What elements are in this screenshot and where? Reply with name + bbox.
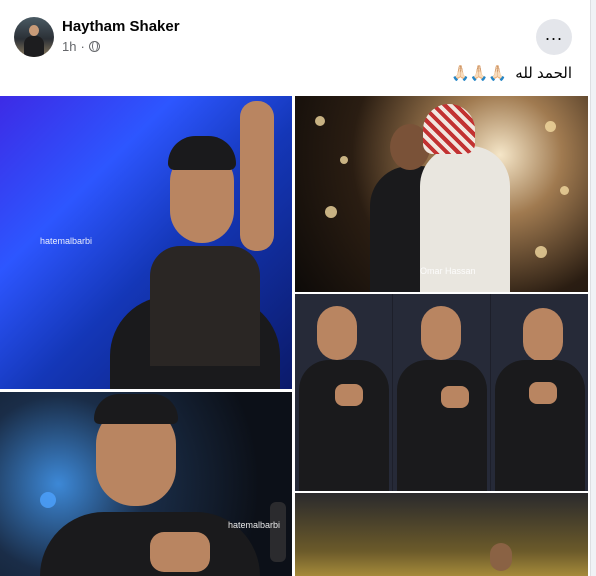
post-photo-1[interactable]: hatemalbarbi — [0, 96, 292, 389]
frame-2 — [393, 294, 490, 491]
ellipsis-icon: ... — [544, 24, 563, 44]
post-header: Haytham Shaker 1h · ... — [0, 0, 590, 62]
author-name[interactable]: Haytham Shaker — [62, 18, 180, 35]
stage-light — [325, 206, 337, 218]
tshirt — [495, 360, 585, 491]
performer-raised-arm — [240, 101, 274, 251]
performer-hair — [168, 136, 236, 170]
avatar-head — [29, 25, 39, 36]
post-meta: 1h · — [62, 39, 100, 54]
more-options-button[interactable]: ... — [536, 19, 572, 55]
tshirt — [299, 360, 389, 491]
performer-hair — [94, 394, 178, 424]
stage-light — [315, 116, 325, 126]
hand-on-chest — [529, 382, 557, 404]
hand-on-chest — [335, 384, 363, 406]
photo-watermark: Omar Hassan — [420, 266, 476, 276]
post-photo-3[interactable] — [295, 294, 588, 491]
praying-hands-emoji: 🙏🏻🙏🏻🙏🏻 — [451, 65, 508, 82]
post-photo-2[interactable]: Omar Hassan — [295, 96, 588, 292]
stage-light — [340, 156, 348, 164]
stage-light — [535, 246, 547, 258]
stage-light — [40, 492, 56, 508]
caption-text: الحمد لله — [515, 65, 572, 82]
meta-separator: · — [80, 39, 85, 54]
photo-watermark: hatemalbarbi — [40, 236, 93, 246]
hand-on-chest — [150, 532, 210, 572]
avatar[interactable] — [14, 17, 54, 57]
performer-head — [490, 543, 512, 571]
face — [421, 306, 461, 360]
post-photo-5[interactable] — [295, 493, 588, 576]
hand-on-chest — [441, 386, 469, 408]
avatar-torso — [24, 36, 44, 57]
post-photo-4[interactable]: hatemalbarbi — [0, 392, 292, 576]
post-caption: الحمد لله 🙏🏻🙏🏻🙏🏻 — [451, 64, 572, 82]
globe-icon[interactable] — [88, 41, 100, 52]
stage-light — [545, 121, 556, 132]
stage-light — [560, 186, 569, 195]
performer-jacket — [150, 246, 260, 366]
red-shemagh — [423, 104, 475, 154]
face — [523, 308, 563, 362]
facebook-post: Haytham Shaker 1h · ... الحمد لله 🙏🏻🙏🏻🙏🏻… — [0, 0, 591, 576]
microphone — [270, 502, 286, 562]
post-time[interactable]: 1h — [62, 39, 76, 54]
frame-3 — [491, 294, 588, 491]
frame-1 — [295, 294, 392, 491]
face — [317, 306, 357, 360]
photo-watermark: hatemalbarbi — [228, 520, 281, 530]
tshirt — [397, 360, 487, 491]
